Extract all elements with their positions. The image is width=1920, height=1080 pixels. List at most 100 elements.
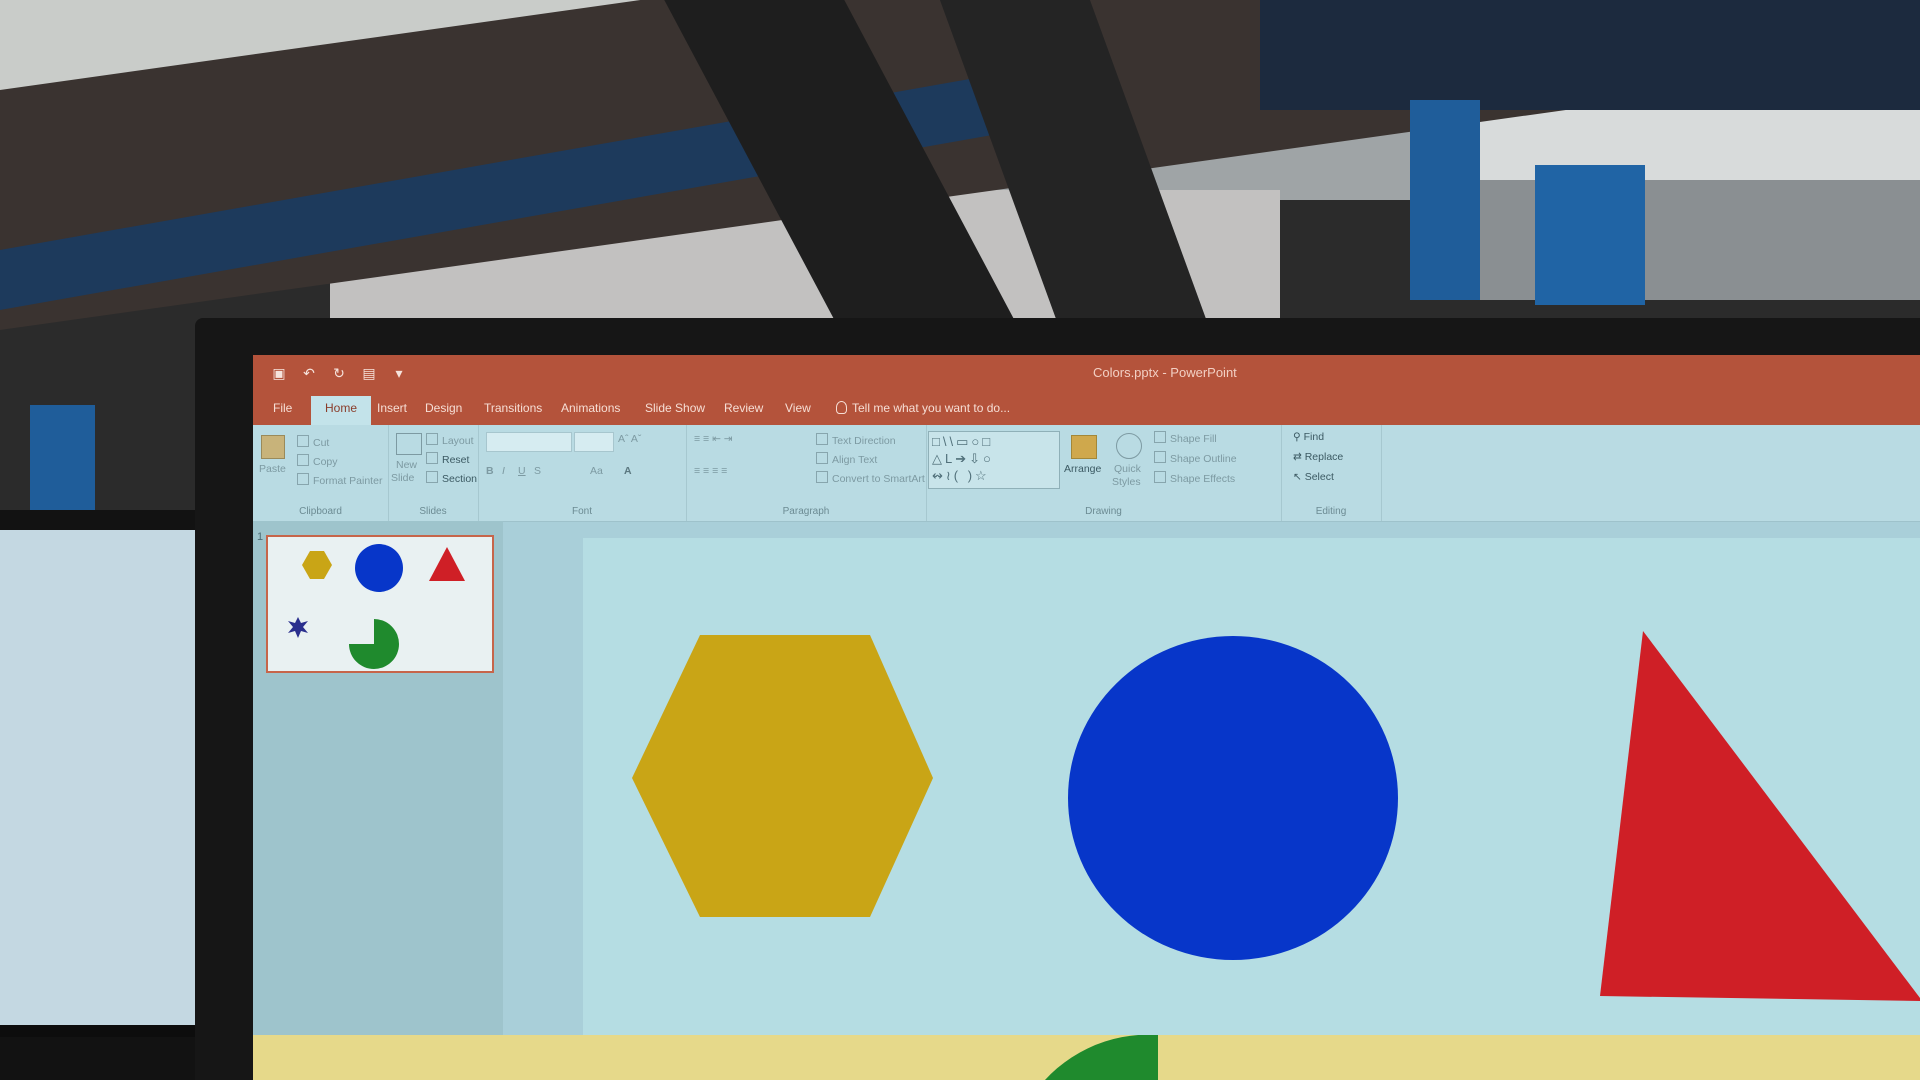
undo-icon[interactable]: ↶ [301,365,317,381]
cut-button[interactable]: Cut [297,435,329,449]
paragraph-group: ≡ ≡ ⇤ ⇥ ≡ ≡ ≡ ≡ Text Direction Align Tex… [686,425,927,521]
reset-icon [426,452,438,464]
layout-button[interactable]: Layout [426,433,474,447]
shape-effects-label: Shape Effects [1170,473,1236,485]
copy-button[interactable]: Copy [297,454,338,468]
tab-design[interactable]: Design [425,401,462,415]
shape-outline-label: Shape Outline [1170,453,1237,465]
arrange-icon [1071,435,1097,459]
save-icon[interactable]: ▣ [271,365,287,381]
tab-slide-show[interactable]: Slide Show [645,401,705,415]
slide-thumbnail[interactable] [266,535,494,673]
tab-review[interactable]: Review [724,401,763,415]
align-icons[interactable]: ≡ ≡ ≡ ≡ [694,465,727,477]
select-button[interactable]: ↖ Select [1293,471,1334,483]
blue-post [1410,100,1480,300]
new-slide-label[interactable]: New [396,459,417,471]
clipboard-group: Paste Cut Copy Format Painter Clipboard [253,425,389,521]
convert-smartart-label: Convert to SmartArt [832,473,925,485]
circle-shape[interactable] [1068,636,1398,960]
thumb-pie [349,619,399,669]
triangle-shape[interactable] [1600,631,1920,1001]
replace-button[interactable]: ⇄ Replace [1293,451,1343,463]
hexagon-shape[interactable] [632,635,933,917]
tab-home[interactable]: Home [311,396,372,425]
tab-transitions[interactable]: Transitions [484,401,542,415]
arrange-button[interactable]: Arrange [1064,463,1101,475]
drawing-label: Drawing [1085,506,1122,517]
copy-label: Copy [313,456,338,468]
partial-pie-svg [1033,1035,1158,1080]
left-monitor-taskbar [0,1025,205,1037]
ribbon: Paste Cut Copy Format Painter Clipboard … [253,425,1920,522]
new-slide-label-2[interactable]: Slide [391,472,414,484]
tell-me-box[interactable]: Tell me what you want to do... [836,401,1010,415]
brush-icon [297,473,309,485]
thumbnail-shapes [288,544,465,669]
reset-label: Reset [442,454,470,466]
thumb-triangle [429,547,465,581]
find-label: Find [1303,431,1325,443]
replace-label: Replace [1304,451,1344,463]
shape-effects-button[interactable]: Shape Effects [1154,471,1235,485]
align-text-label: Align Text [832,454,878,466]
grow-font-icon[interactable]: Aˆ Aˇ [618,433,641,445]
screen-bottom-glare [253,1035,1920,1080]
quick-styles-button-2[interactable]: Styles [1112,476,1141,488]
paragraph-label: Paragraph [782,506,830,517]
find-button[interactable]: ⚲ Find [1293,431,1324,443]
slide-canvas[interactable] [583,538,1920,1058]
smartart-icon [816,471,828,483]
tell-me-text: Tell me what you want to do... [852,401,1011,415]
slide-thumbnail-pane: 1 [253,521,503,1080]
tab-insert[interactable]: Insert [377,401,407,415]
font-name-box[interactable] [486,432,572,452]
present-icon[interactable]: ▤ [361,365,377,381]
strikethrough-button[interactable]: S [534,465,541,477]
blue-post [1535,165,1645,305]
section-button[interactable]: Section [426,471,477,485]
slides-group: New Slide Layout Reset Section Slides [388,425,479,521]
bullets-icon[interactable]: ≡ ≡ ⇤ ⇥ [694,433,733,445]
font-size-box[interactable] [574,432,614,452]
shape-outline-button[interactable]: Shape Outline [1154,451,1237,465]
text-direction-button[interactable]: Text Direction [816,433,896,447]
find-icon: ⚲ [1293,431,1304,443]
customize-qat-icon[interactable]: ▾ [391,365,407,381]
pie-shape[interactable] [1033,1035,1158,1080]
quick-styles-button[interactable]: Quick [1114,463,1141,475]
underline-button[interactable]: U [518,465,526,477]
paste-button[interactable]: Paste [259,463,286,475]
reset-button[interactable]: Reset [426,452,469,466]
tab-file[interactable]: File [273,401,292,415]
change-case-button[interactable]: Aa [590,465,603,477]
quick-access-toolbar: ▣ ↶ ↻ ▤ ▾ [271,365,407,381]
font-color-button[interactable]: A [624,465,632,477]
tab-view[interactable]: View [785,401,811,415]
blue-post [30,405,95,515]
convert-smartart-button[interactable]: Convert to SmartArt [816,471,925,485]
quick-styles-icon [1116,433,1142,459]
copy-icon [297,454,309,466]
lightbulb-icon [836,401,847,414]
new-slide-icon [396,433,422,455]
replace-icon: ⇄ [1293,451,1305,463]
slides-label: Slides [419,506,447,517]
shape-fill-button[interactable]: Shape Fill [1154,431,1217,445]
powerpoint-window: ▣ ↶ ↻ ▤ ▾ Colors.pptx - PowerPoint File … [253,355,1920,1080]
bold-button[interactable]: B [486,465,494,477]
tab-animations[interactable]: Animations [561,401,620,415]
text-direction-icon [816,433,828,445]
align-text-button[interactable]: Align Text [816,452,877,466]
redo-icon[interactable]: ↻ [331,365,347,381]
title-bar: ▣ ↶ ↻ ▤ ▾ Colors.pptx - PowerPoint [253,355,1920,393]
paste-icon [261,435,285,459]
paint-bucket-icon [1154,431,1166,443]
format-painter-button[interactable]: Format Painter [297,473,382,487]
layout-icon [426,433,438,445]
effects-icon [1154,471,1166,483]
italic-button[interactable]: I [502,465,505,477]
shapes-gallery[interactable]: □\\▭○□ △L➔⇩○ ↭≀( )☆ [928,431,1060,489]
align-text-icon [816,452,828,464]
ribbon-tabs: File Home Insert Design Transitions Anim… [253,393,1920,425]
